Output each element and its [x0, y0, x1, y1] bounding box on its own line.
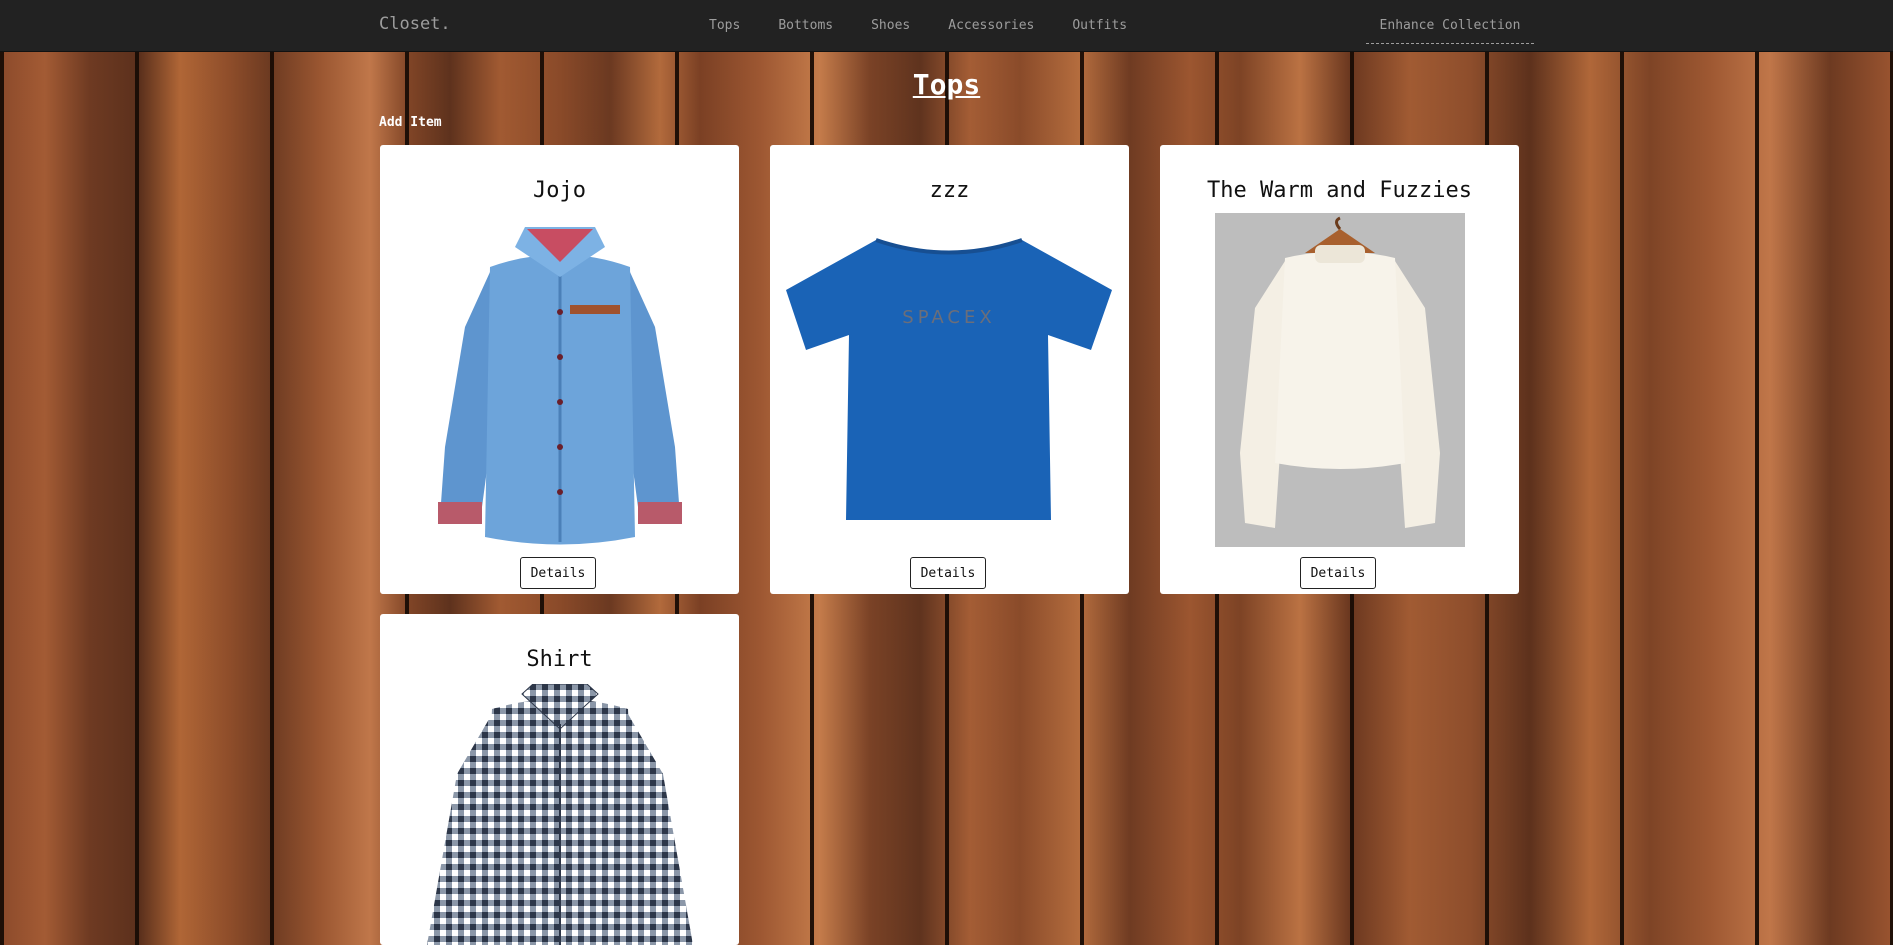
enhance-collection-link[interactable]: Enhance Collection — [1366, 0, 1534, 44]
item-card: The Warm and Fuzzies Details — [1160, 145, 1519, 594]
gingham-shirt-image[interactable] — [422, 684, 698, 945]
item-card: zzz SPACEX Details — [770, 145, 1129, 594]
brand-logo[interactable]: Closet. — [379, 14, 451, 34]
white-sweater-image[interactable] — [1215, 213, 1465, 547]
nav-link-outfits[interactable]: Outfits — [1053, 0, 1146, 51]
details-button[interactable]: Details — [910, 557, 986, 589]
tshirt-print: SPACEX — [902, 307, 995, 328]
blue-tshirt-image[interactable]: SPACEX — [786, 235, 1112, 525]
item-title: The Warm and Fuzzies — [1207, 178, 1472, 203]
item-title: zzz — [929, 178, 970, 203]
nav-link-tops[interactable]: Tops — [690, 0, 759, 51]
details-button[interactable]: Details — [520, 557, 596, 589]
nav-links: Tops Bottoms Shoes Accessories Outfits — [690, 0, 1146, 51]
details-button[interactable]: Details — [1300, 557, 1376, 589]
item-title: Shirt — [526, 647, 593, 672]
nav-link-shoes[interactable]: Shoes — [852, 0, 929, 51]
add-item-link[interactable]: Add Item — [379, 115, 442, 130]
page-title: Tops — [912, 68, 981, 101]
item-card: Shirt — [380, 614, 739, 945]
navbar: Closet. Tops Bottoms Shoes Accessories O… — [0, 0, 1893, 52]
nav-link-accessories[interactable]: Accessories — [929, 0, 1053, 51]
denim-shirt-image[interactable] — [435, 217, 685, 547]
item-title: Jojo — [533, 178, 586, 203]
item-card: Jojo Details — [380, 145, 739, 594]
nav-link-bottoms[interactable]: Bottoms — [759, 0, 852, 51]
